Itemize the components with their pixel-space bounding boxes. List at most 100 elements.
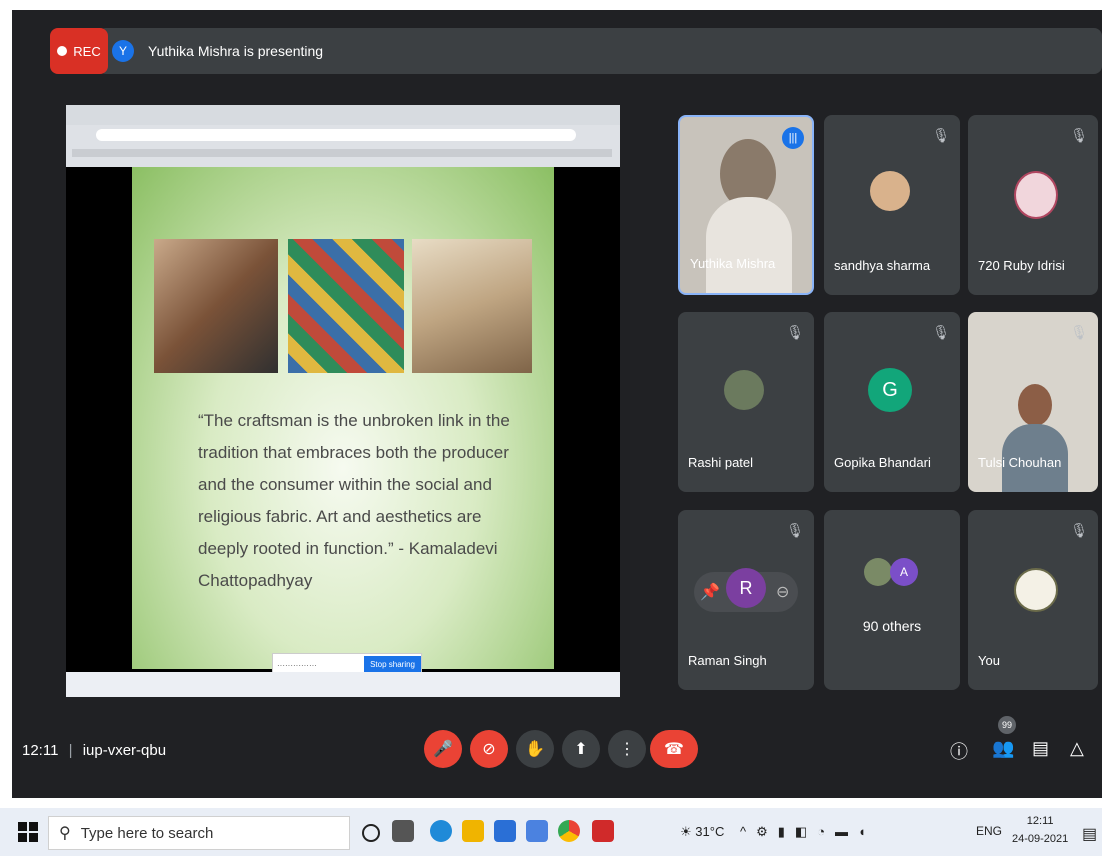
browser-chrome xyxy=(66,105,620,167)
address-bar xyxy=(96,129,576,141)
participant-tile[interactable]: 🎙 sandhya sharma xyxy=(824,115,960,295)
language-indicator[interactable]: ENG xyxy=(976,824,1002,838)
mic-off-icon: 🎙 xyxy=(1070,522,1088,538)
control-bar: 12:11 | iup-vxer-qbu 🎤 ⊘ ✋ ⬆ ⋮ ☎ ⓘ 99 👥 … xyxy=(12,710,1102,798)
taskbar-search[interactable]: ⚲ Type here to search xyxy=(48,816,350,850)
mic-off-icon: 🎙 xyxy=(932,324,950,340)
camera-toggle-button[interactable]: ⊘ xyxy=(470,730,508,768)
cortana-icon[interactable] xyxy=(362,824,380,842)
system-tray-icons[interactable]: ^⚙▮◧◔▬◖ xyxy=(740,824,876,840)
file-explorer-icon[interactable] xyxy=(462,820,484,842)
search-icon: ⚲ xyxy=(59,825,71,842)
participant-name: 720 Ruby Idrisi xyxy=(978,258,1065,273)
others-tile[interactable]: A 90 others xyxy=(824,510,960,690)
edge-icon[interactable] xyxy=(430,820,452,842)
avatar xyxy=(1014,171,1058,219)
mic-off-icon: 🎤 xyxy=(433,741,453,758)
avatar xyxy=(870,171,910,211)
participant-body xyxy=(706,197,792,293)
avatar: A xyxy=(890,558,918,586)
hangup-icon: ☎ xyxy=(664,741,684,758)
participant-name: You xyxy=(978,653,1000,668)
mic-off-icon: 🎙 xyxy=(932,127,950,143)
store-icon[interactable] xyxy=(494,820,516,842)
participant-name: sandhya sharma xyxy=(834,258,931,273)
participant-video xyxy=(1018,384,1052,426)
meeting-time: 12:11 xyxy=(22,742,59,759)
participant-tile[interactable]: ||| Yuthika Mishra xyxy=(678,115,814,295)
participant-name: Rashi patel xyxy=(688,455,754,470)
windows-taskbar: ⚲ Type here to search ☀ 31°C ^⚙▮◧◔▬◖ ENG… xyxy=(0,808,1102,856)
raise-hand-button[interactable]: ✋ xyxy=(516,730,554,768)
info-icon[interactable]: ⓘ xyxy=(950,738,968,764)
present-icon: ⬆ xyxy=(574,741,588,758)
leave-call-button[interactable]: ☎ xyxy=(650,730,698,768)
remove-icon[interactable]: ⊖ xyxy=(776,582,789,602)
browser-tabs xyxy=(66,105,620,125)
speaking-icon: ||| xyxy=(782,127,804,149)
mic-toggle-button[interactable]: 🎤 xyxy=(424,730,462,768)
weather-temp: 31°C xyxy=(695,824,725,839)
participant-name: Raman Singh xyxy=(688,653,767,668)
chrome-icon[interactable] xyxy=(558,820,580,842)
word-icon[interactable] xyxy=(526,820,548,842)
more-icon: ⋮ xyxy=(619,741,635,758)
shared-screen: “The craftsman is the unbroken link in t… xyxy=(66,105,620,697)
search-placeholder: Type here to search xyxy=(80,824,214,842)
textile-photo xyxy=(288,239,404,373)
windows-start-icon[interactable] xyxy=(18,822,38,842)
shared-taskbar xyxy=(66,672,620,697)
avatar: R xyxy=(726,568,766,608)
avatar xyxy=(724,370,764,410)
mic-off-icon: 🎙 xyxy=(786,522,804,538)
mcafee-icon[interactable] xyxy=(592,820,614,842)
craft-photo xyxy=(412,239,532,373)
avatar xyxy=(1014,568,1058,612)
participant-tile[interactable]: 🎙 720 Ruby Idrisi xyxy=(968,115,1098,295)
people-count-badge: 99 xyxy=(998,716,1016,734)
participant-name: Tulsi Chouhan xyxy=(978,455,1062,470)
divider: | xyxy=(68,742,73,759)
activities-icon[interactable]: △ xyxy=(1070,738,1084,759)
record-dot-icon xyxy=(57,46,68,56)
weather-icon: ☀ xyxy=(680,824,696,839)
recording-indicator: REC xyxy=(50,28,108,74)
presenting-banner: Y Yuthika Mishra is presenting xyxy=(98,28,1102,74)
participant-tile[interactable]: 🎙 Tulsi Chouhan xyxy=(968,312,1098,492)
mic-off-icon: 🎙 xyxy=(786,324,804,340)
meeting-code: iup-vxer-qbu xyxy=(82,742,167,759)
participant-name: Gopika Bhandari xyxy=(834,455,931,470)
hand-icon: ✋ xyxy=(525,741,545,758)
mic-off-icon: 🎙 xyxy=(1070,127,1088,143)
avatar: G xyxy=(868,368,912,412)
notification-icon[interactable]: ▤ xyxy=(1082,824,1097,844)
participant-tile[interactable]: 🎙 📌 R ⊖ Raman Singh xyxy=(678,510,814,690)
meet-window: Y Yuthika Mishra is presenting REC “The … xyxy=(12,10,1102,798)
clock-time: 12:11 xyxy=(1026,815,1054,827)
mic-off-icon: 🎙 xyxy=(1070,324,1088,340)
weaving-photo xyxy=(154,239,278,373)
participant-tile[interactable]: 🎙 G Gopika Bhandari xyxy=(824,312,960,492)
clock-date: 24-09-2021 xyxy=(1012,833,1069,845)
bookmarks-bar xyxy=(72,149,612,157)
more-options-button[interactable]: ⋮ xyxy=(608,730,646,768)
slide-quote: “The craftsman is the unbroken link in t… xyxy=(198,411,510,590)
participant-tile[interactable]: 🎙 Rashi patel xyxy=(678,312,814,492)
presenter-avatar: Y xyxy=(112,40,134,62)
presentation-slide: “The craftsman is the unbroken link in t… xyxy=(132,167,554,669)
camera-off-icon: ⊘ xyxy=(482,741,496,758)
meeting-info: 12:11 | iup-vxer-qbu xyxy=(22,742,166,759)
presenting-text: Yuthika Mishra is presenting xyxy=(148,43,324,59)
recording-label: REC xyxy=(73,43,101,59)
participant-tile[interactable]: 🎙 You xyxy=(968,510,1098,690)
others-count: 90 others xyxy=(862,618,922,634)
taskbar-clock[interactable]: 12:11 24-09-2021 xyxy=(1012,812,1068,848)
participant-name: Yuthika Mishra xyxy=(690,256,776,271)
pin-icon[interactable]: 📌 xyxy=(700,582,720,602)
weather[interactable]: ☀ 31°C xyxy=(680,824,724,840)
present-button[interactable]: ⬆ xyxy=(562,730,600,768)
chat-icon[interactable]: ▤ xyxy=(1032,738,1049,759)
people-icon[interactable]: 👥 xyxy=(992,738,1014,759)
avatar xyxy=(864,558,892,586)
task-view-icon[interactable] xyxy=(392,820,414,842)
